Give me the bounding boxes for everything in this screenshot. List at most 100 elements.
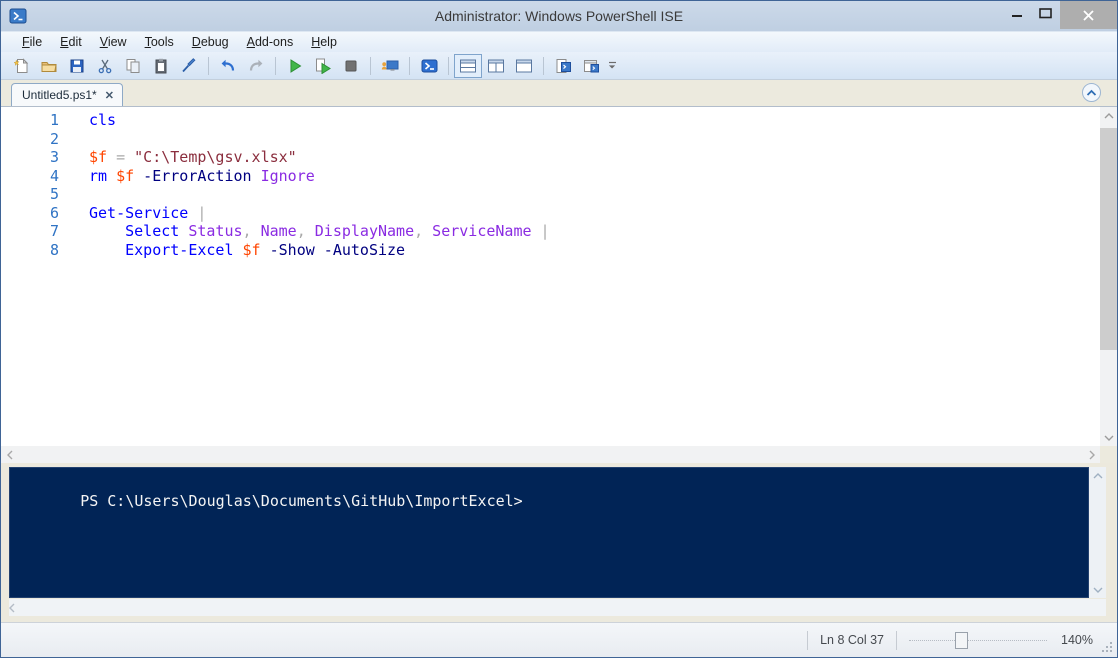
line-number: 5 (1, 185, 59, 204)
token-string: "C:\Temp\gsv.xlsx" (134, 148, 297, 166)
code-text (59, 185, 89, 204)
undo-button[interactable] (214, 54, 242, 78)
token-operator: , (243, 222, 252, 240)
code-text: Get-Service | (59, 204, 206, 223)
menu-item-debug[interactable]: Debug (183, 33, 238, 51)
token-plain (89, 222, 125, 240)
toolbar-separator (543, 57, 544, 75)
toolbar-separator (370, 57, 371, 75)
script-pane: 1cls23$f = "C:\Temp\gsv.xlsx"4rm $f -Err… (1, 106, 1117, 463)
code-text: Select Status, Name, DisplayName, Servic… (59, 222, 550, 241)
toolbar-separator (409, 57, 410, 75)
console-horizontal-scrollbar[interactable] (9, 599, 1106, 616)
zoom-level: 140% (1061, 633, 1093, 647)
new-powershell-tab-button[interactable] (577, 54, 605, 78)
scroll-up-icon[interactable] (1100, 107, 1117, 124)
redo-icon (248, 58, 264, 74)
line-number: 2 (1, 130, 59, 149)
menu-item-view[interactable]: View (91, 33, 136, 51)
scroll-down-icon[interactable] (1100, 429, 1117, 446)
show-script-pane-maximized-button[interactable] (510, 54, 538, 78)
token-argument: ServiceName (423, 222, 531, 240)
save-button[interactable] (63, 54, 91, 78)
scroll-left-icon[interactable] (1, 446, 18, 463)
show-script-pane-right-button[interactable] (482, 54, 510, 78)
scroll-left-icon[interactable] (9, 603, 15, 613)
stop-operation-button[interactable] (337, 54, 365, 78)
toolbar-overflow-icon (608, 60, 617, 72)
line-number: 4 (1, 167, 59, 186)
undo-icon (220, 58, 236, 74)
editor-vertical-scrollbar[interactable] (1100, 107, 1117, 446)
run-script-button[interactable] (281, 54, 309, 78)
show-command-window-button[interactable] (549, 54, 577, 78)
show-script-pane-top-icon (459, 58, 477, 74)
scrollbar-thumb[interactable] (1100, 128, 1117, 350)
status-bar: Ln 8 Col 37 140% (1, 622, 1117, 657)
clear-console-pane-icon (181, 58, 197, 74)
menu-item-addons[interactable]: Add-ons (238, 33, 303, 51)
editor-horizontal-scrollbar[interactable] (1, 446, 1117, 463)
menu-item-tools[interactable]: Tools (136, 33, 183, 51)
code-text: cls (59, 111, 116, 130)
new-powershell-tab-icon (583, 58, 600, 74)
token-command: Export-Excel (125, 241, 233, 259)
toolbar-separator (448, 57, 449, 75)
menu-item-file[interactable]: File (13, 33, 51, 51)
clear-console-pane-button[interactable] (175, 54, 203, 78)
token-variable: $f (116, 167, 134, 185)
scrollbar-track[interactable] (18, 446, 1083, 463)
editor-code-area[interactable]: 1cls23$f = "C:\Temp\gsv.xlsx"4rm $f -Err… (1, 107, 1100, 446)
window-title: Administrator: Windows PowerShell ISE (1, 8, 1117, 24)
open-script-icon (41, 58, 57, 74)
open-script-button[interactable] (35, 54, 63, 78)
console-prompt: PS C:\Users\Douglas\Documents\GitHub\Imp… (80, 492, 523, 510)
new-remote-powershell-tab-button[interactable] (376, 54, 404, 78)
scroll-up-icon[interactable] (1093, 467, 1103, 484)
scroll-down-icon[interactable] (1093, 581, 1103, 598)
console-vertical-scrollbar[interactable] (1089, 467, 1106, 598)
collapse-script-pane-button[interactable] (1082, 83, 1101, 102)
redo-button[interactable] (242, 54, 270, 78)
token-argument: Name (252, 222, 297, 240)
tab-label: Untitled5.ps1* (22, 88, 97, 102)
run-selection-button[interactable] (309, 54, 337, 78)
editor-lines: 1cls23$f = "C:\Temp\gsv.xlsx"4rm $f -Err… (1, 111, 1100, 259)
copy-button[interactable] (119, 54, 147, 78)
code-line: 7 Select Status, Name, DisplayName, Serv… (1, 222, 1100, 241)
zoom-slider[interactable] (909, 632, 1047, 649)
show-script-pane-top-button[interactable] (454, 54, 482, 78)
scroll-right-icon[interactable] (1083, 446, 1100, 463)
menu-bar: FileEditViewToolsDebugAdd-onsHelp (1, 31, 1117, 52)
line-number: 8 (1, 241, 59, 260)
line-number: 6 (1, 204, 59, 223)
tab-untitled5[interactable]: Untitled5.ps1* ✕ (11, 83, 123, 106)
menu-item-edit[interactable]: Edit (51, 33, 91, 51)
statusbar-separator (896, 631, 897, 650)
toolbar-overflow-button[interactable] (605, 54, 619, 78)
stop-operation-icon (343, 58, 359, 74)
tab-close-icon[interactable]: ✕ (105, 89, 114, 102)
paste-button[interactable] (147, 54, 175, 78)
token-argument: Ignore (261, 167, 315, 185)
console-pane[interactable]: PS C:\Users\Douglas\Documents\GitHub\Imp… (9, 467, 1089, 598)
cut-button[interactable] (91, 54, 119, 78)
token-parameter: -ErrorAction (134, 167, 260, 185)
menu-item-help[interactable]: Help (302, 33, 346, 51)
line-number: 1 (1, 111, 59, 130)
token-variable: $f (234, 241, 261, 259)
zoom-slider-thumb[interactable] (955, 632, 968, 649)
new-script-button[interactable] (7, 54, 35, 78)
code-text: $f = "C:\Temp\gsv.xlsx" (59, 148, 297, 167)
cut-icon (97, 58, 113, 74)
start-powershell-exe-button[interactable] (415, 54, 443, 78)
token-command: cls (89, 111, 116, 129)
chevron-up-circle-icon (1086, 89, 1097, 97)
token-variable: $f (89, 148, 107, 166)
resize-grip-icon[interactable] (1101, 641, 1114, 654)
cursor-position: Ln 8 Col 37 (820, 633, 884, 647)
code-line: 4 rm $f -ErrorAction Ignore (1, 167, 1100, 186)
run-selection-icon (315, 58, 331, 74)
toolbar (1, 52, 1117, 80)
token-command: rm (89, 167, 116, 185)
